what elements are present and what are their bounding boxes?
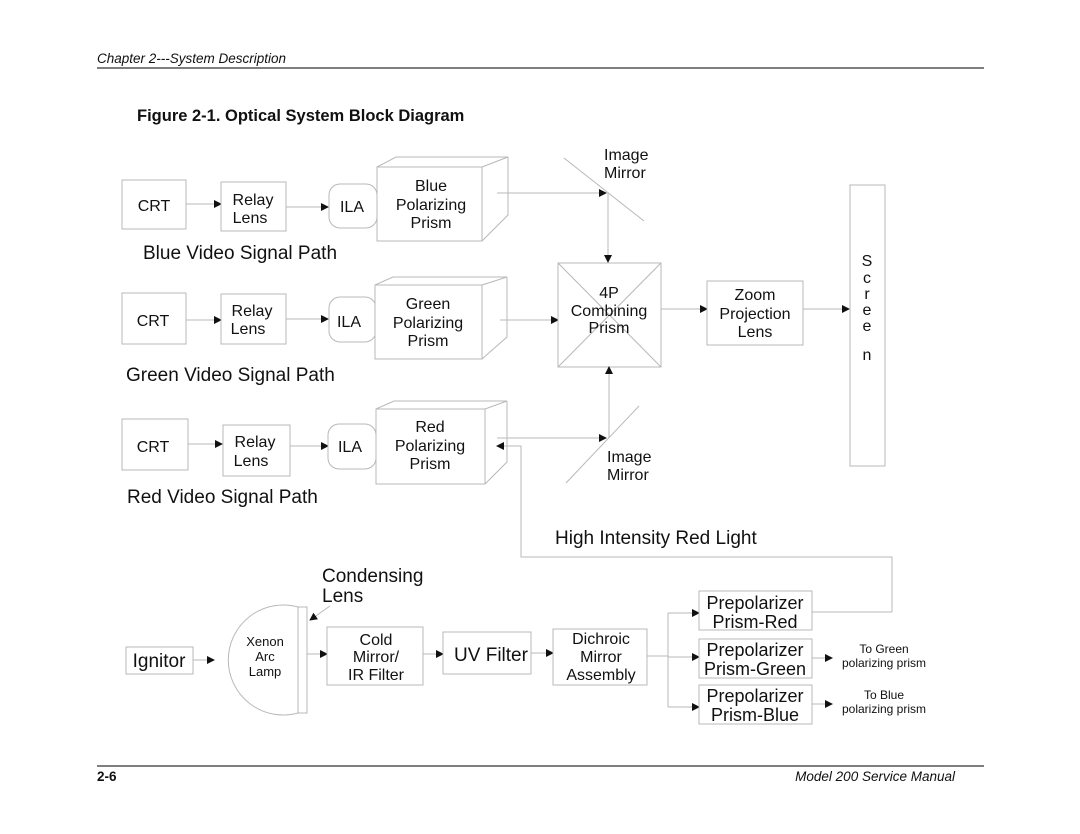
- bottom-mirror-label-2: Mirror: [607, 467, 649, 484]
- green-relay-label-1: Relay: [232, 303, 273, 320]
- prepolarizer-green-label-1: Prepolarizer: [706, 640, 803, 660]
- blue-dest-label-1: To Blue: [864, 688, 904, 702]
- blue-prism-label-2: Polarizing: [396, 197, 466, 214]
- red-relay-label-1: Relay: [235, 434, 276, 451]
- screen-label: S c r e e n: [862, 253, 873, 364]
- optical-system-block-diagram: Chapter 2---System Description Figure 2-…: [97, 51, 984, 784]
- top-mirror-label-1: Image: [604, 147, 649, 164]
- chapter-header: Chapter 2---System Description: [97, 51, 286, 66]
- lamp-label-3: Lamp: [249, 664, 282, 679]
- uv-filter-label: UV Filter: [454, 645, 529, 666]
- prepolarizer-red-label-1: Prepolarizer: [706, 593, 803, 613]
- combining-prism: 4P Combining Prism: [557, 262, 662, 368]
- blue-path: CRT Relay Lens ILA Blue Polarizing Prism…: [121, 156, 509, 264]
- blue-path-caption: Blue Video Signal Path: [143, 243, 337, 264]
- manual-title: Model 200 Service Manual: [795, 769, 956, 784]
- green-dest-label-2: polarizing prism: [842, 656, 926, 670]
- combining-prism-label-3: Prism: [589, 320, 630, 337]
- green-crt-label: CRT: [137, 313, 170, 330]
- green-path-caption: Green Video Signal Path: [126, 365, 335, 386]
- green-prism-label-3: Prism: [408, 333, 449, 350]
- red-ila-label-visible: ILA: [338, 439, 362, 456]
- condensing-label-1: Condensing: [322, 566, 423, 587]
- green-prism-label-1: Green: [406, 296, 450, 313]
- red-prism-label-1: Red: [415, 419, 444, 436]
- blue-relay-label-1: Relay: [233, 192, 274, 209]
- prepolarizer-red-label-2: Prism-Red: [712, 612, 797, 632]
- screen-letter: r: [864, 286, 870, 303]
- red-light-label: High Intensity Red Light: [555, 528, 757, 549]
- prepolarizer-blue-label-2: Prism-Blue: [711, 705, 799, 725]
- condensing-label-2: Lens: [322, 586, 363, 607]
- screen-letter: e: [863, 302, 872, 319]
- condensing-lens-plate: [297, 606, 308, 714]
- cold-mirror-label-2: Mirror/: [353, 649, 400, 666]
- prepolarizer-blue-label-1: Prepolarizer: [706, 686, 803, 706]
- zoom-lens-label-3: Lens: [738, 324, 773, 341]
- dichroic-label-2: Mirror: [580, 649, 622, 666]
- screen-letter: S: [862, 253, 873, 270]
- green-prism-label-2: Polarizing: [393, 315, 463, 332]
- illumination-path: Ignitor Xenon Arc Lamp Condensing Lens C…: [125, 566, 926, 725]
- zoom-lens-label-1: Zoom: [735, 287, 776, 304]
- green-relay-label-2: Lens: [231, 321, 266, 338]
- ignitor-label: Ignitor: [133, 651, 186, 672]
- red-relay-label-2: Lens: [234, 453, 269, 470]
- blue-prism-label-1: Blue: [415, 178, 447, 195]
- top-mirror-label-2: Mirror: [604, 165, 646, 182]
- green-ila-label: ILA: [337, 314, 361, 331]
- screen-letter: c: [863, 270, 871, 287]
- prepolarizer-green-label-2: Prism-Green: [704, 659, 806, 679]
- red-crt-label: CRT: [137, 439, 170, 456]
- lamp-label-2: Arc: [255, 649, 275, 664]
- blue-crt-label: CRT: [138, 198, 171, 215]
- red-path-caption: Red Video Signal Path: [127, 487, 318, 508]
- lamp-label-1: Xenon: [246, 634, 284, 649]
- red-prism-label-2: Polarizing: [395, 438, 465, 455]
- dichroic-label-1: Dichroic: [572, 631, 630, 648]
- bottom-mirror-label-1: Image: [607, 449, 652, 466]
- green-path: CRT Relay Lens ILA Green Polarizing Pris…: [121, 276, 508, 386]
- red-path: CRT Relay Lens Red Video Signal Path: [121, 418, 329, 508]
- blue-ila-label: ILA: [340, 199, 364, 216]
- dichroic-label-3: Assembly: [566, 667, 635, 684]
- blue-prism-label-3: Prism: [411, 215, 452, 232]
- condensing-pointer-arrow: [309, 605, 331, 621]
- cold-mirror-label-3: IR Filter: [348, 667, 405, 684]
- screen-letter: e: [863, 318, 872, 335]
- red-prism-label-3: Prism: [410, 456, 451, 473]
- cold-mirror-label-1: Cold: [360, 632, 393, 649]
- blue-dest-label-2: polarizing prism: [842, 702, 926, 716]
- page-number: 2-6: [97, 769, 117, 784]
- green-dest-label-1: To Green: [859, 642, 908, 656]
- combining-prism-label-1: 4P: [599, 285, 619, 302]
- combining-prism-label-2: Combining: [571, 303, 647, 320]
- figure-title: Figure 2-1. Optical System Block Diagram: [137, 107, 464, 125]
- blue-relay-label-2: Lens: [233, 210, 268, 227]
- screen-letter: n: [863, 347, 872, 364]
- zoom-lens-label-2: Projection: [719, 306, 790, 323]
